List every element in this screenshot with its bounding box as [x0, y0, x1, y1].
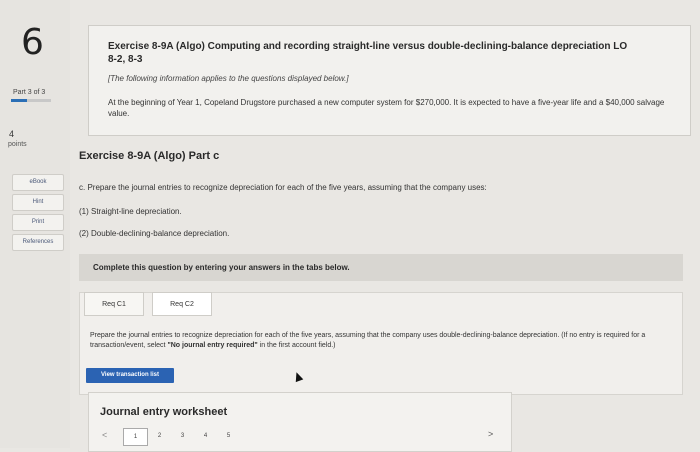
exercise-title: Exercise 8-9A (Algo) Computing and recor… — [108, 41, 628, 65]
page-4[interactable]: 4 — [194, 428, 217, 444]
page-3[interactable]: 3 — [171, 428, 194, 444]
sidebar: 6 Part 3 of 3 4 points eBook Hint Print … — [0, 0, 70, 448]
info-note: [The following information applies to th… — [108, 74, 349, 83]
references-button[interactable]: References — [12, 234, 64, 251]
page-1[interactable]: 1 — [123, 428, 148, 446]
tab-req-c2[interactable]: Req C2 — [152, 292, 212, 316]
tab-panel: Req C1 Req C2 Prepare the journal entrie… — [79, 292, 683, 395]
view-transaction-list-button[interactable]: View transaction list — [86, 368, 174, 383]
question-header: Exercise 8-9A (Algo) Computing and recor… — [88, 25, 691, 136]
panel-instruction: Prepare the journal entries to recognize… — [90, 331, 660, 351]
next-page-icon[interactable]: > — [488, 429, 493, 439]
part-title: Exercise 8-9A (Algo) Part c — [79, 150, 220, 162]
hint-button[interactable]: Hint — [12, 194, 64, 211]
part-label: Part 3 of 3 — [13, 89, 46, 96]
tab-req-c1[interactable]: Req C1 — [84, 292, 144, 316]
print-button[interactable]: Print — [12, 214, 64, 231]
points-value: 4 — [9, 129, 15, 139]
page-5[interactable]: 5 — [217, 428, 240, 444]
worksheet-title: Journal entry worksheet — [100, 406, 228, 418]
complete-instruction-bar: Complete this question by entering your … — [79, 254, 683, 281]
part-progress-fill — [11, 99, 27, 102]
prev-page-icon[interactable]: < — [102, 430, 107, 440]
option-straight-line: (1) Straight-line depreciation. — [79, 207, 182, 216]
part-instruction: c. Prepare the journal entries to recogn… — [79, 183, 487, 192]
part-progress-bar — [11, 99, 51, 102]
journal-entry-worksheet: Journal entry worksheet < 1 2 3 4 5 — [88, 392, 512, 452]
option-ddb: (2) Double-declining-balance depreciatio… — [79, 229, 230, 238]
panel-text-quote: "No journal entry required" — [167, 342, 258, 349]
question-number: 6 — [21, 22, 44, 63]
panel-text-end: in the first account field.) — [257, 342, 336, 349]
page-2[interactable]: 2 — [148, 428, 171, 444]
ebook-button[interactable]: eBook — [12, 174, 64, 191]
points-label: points — [8, 141, 27, 148]
scenario-text: At the beginning of Year 1, Copeland Dru… — [108, 98, 665, 118]
worksheet-pagination: 1 2 3 4 5 — [123, 428, 240, 446]
